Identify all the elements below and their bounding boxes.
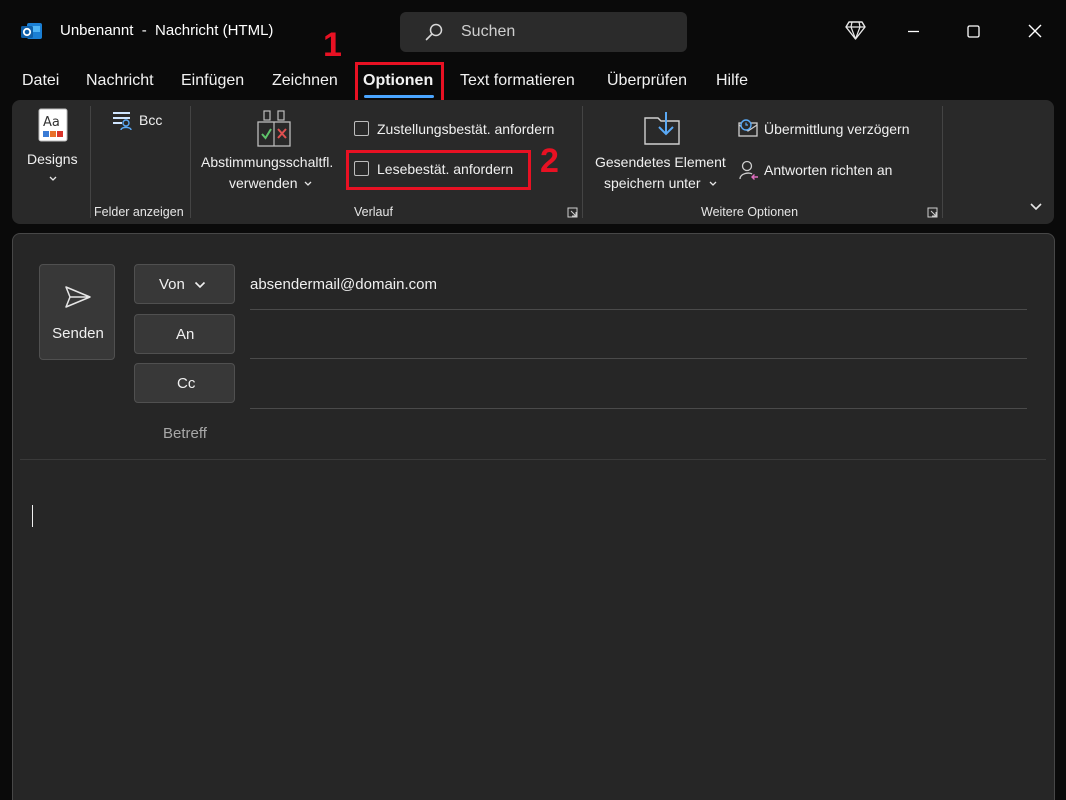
ribbon-separator xyxy=(190,106,191,218)
ribbon-separator xyxy=(90,106,91,218)
maximize-icon[interactable] xyxy=(958,16,988,46)
search-box[interactable]: Suchen xyxy=(400,12,687,52)
title-bar: Unbenannt - Nachricht (HTML) Suchen xyxy=(0,0,1066,64)
cc-label: Cc xyxy=(177,375,196,392)
direct-replies-button[interactable]: Antworten richten an xyxy=(738,158,918,182)
search-placeholder: Suchen xyxy=(461,23,516,40)
send-button[interactable]: Senden xyxy=(39,264,115,360)
tab-draw[interactable]: Zeichnen xyxy=(272,72,338,90)
bcc-button[interactable]: Bcc xyxy=(112,108,168,134)
text-cursor xyxy=(32,505,33,527)
voting-label-line2: verwenden xyxy=(229,175,298,191)
tab-format-text[interactable]: Text formatieren xyxy=(460,72,575,90)
delay-delivery-button[interactable]: Übermittlung verzögern xyxy=(738,118,928,140)
group-label-tracking: Verlauf xyxy=(354,205,393,219)
save-sent-label-line1: Gesendetes Element xyxy=(595,154,726,170)
send-icon xyxy=(65,286,91,308)
message-body[interactable] xyxy=(20,462,1046,792)
cc-button[interactable]: Cc xyxy=(134,363,235,403)
chevron-down-icon xyxy=(709,181,717,186)
save-sent-label-line2: speichern unter xyxy=(604,175,701,191)
save-sent-item-button[interactable]: Gesendetes Element speichern unter xyxy=(590,108,734,192)
from-value: absendermail@domain.com xyxy=(250,276,437,293)
save-sent-item-icon xyxy=(644,112,680,145)
search-icon xyxy=(425,23,443,41)
minimize-icon[interactable] xyxy=(898,16,928,46)
close-icon[interactable] xyxy=(1020,16,1050,46)
to-button[interactable]: An xyxy=(134,314,235,354)
from-button[interactable]: Von xyxy=(134,264,235,304)
designs-label: Designs xyxy=(27,151,78,167)
cc-input[interactable] xyxy=(250,365,1027,405)
tracking-dialog-launcher-icon[interactable] xyxy=(567,207,578,218)
chevron-down-icon xyxy=(304,181,312,186)
send-label: Senden xyxy=(52,325,104,342)
from-field-underline xyxy=(250,309,1027,310)
voting-label-line1: Abstimmungsschaltfl. xyxy=(201,154,334,170)
from-label: Von xyxy=(159,276,185,293)
ribbon-tabs: Datei Nachricht Einfügen Zeichnen Option… xyxy=(0,64,1066,100)
ribbon: Aa Designs Bcc Felder anzeigen Abstimmun… xyxy=(12,100,1054,224)
voting-buttons-icon xyxy=(257,110,291,147)
delivery-receipt-label: Zustellungsbestät. anfordern xyxy=(377,121,555,137)
designs-button[interactable]: Aa Designs xyxy=(22,104,82,190)
delivery-receipt-box xyxy=(354,121,369,136)
to-input[interactable] xyxy=(250,316,1027,356)
premium-diamond-icon[interactable] xyxy=(845,21,866,40)
cc-field-underline xyxy=(250,408,1027,409)
tab-help[interactable]: Hilfe xyxy=(716,72,748,90)
subject-label: Betreff xyxy=(163,425,207,442)
to-field-underline xyxy=(250,358,1027,359)
ribbon-expand-chevron-icon[interactable] xyxy=(1029,202,1043,212)
group-label-more-options: Weitere Optionen xyxy=(701,205,799,219)
bcc-icon xyxy=(113,112,132,130)
tab-file[interactable]: Datei xyxy=(22,72,59,90)
annotation-step-1: 1 xyxy=(323,26,342,64)
outlook-app-icon xyxy=(21,23,42,39)
annotation-step-2: 2 xyxy=(540,142,559,180)
delay-delivery-label: Übermittlung verzögern xyxy=(764,121,910,137)
tab-review[interactable]: Überprüfen xyxy=(607,72,687,90)
window-title: Unbenannt - Nachricht (HTML) xyxy=(60,22,274,39)
bcc-label: Bcc xyxy=(139,112,163,128)
tab-insert[interactable]: Einfügen xyxy=(181,72,244,90)
ribbon-separator xyxy=(942,106,943,218)
voting-buttons-button[interactable]: Abstimmungsschaltfl. verwenden xyxy=(198,108,348,192)
chevron-down-icon xyxy=(194,281,206,289)
annotation-box-read-receipt xyxy=(346,150,531,190)
group-label-show-fields: Felder anzeigen xyxy=(94,205,184,219)
to-label: An xyxy=(176,326,195,343)
tab-message[interactable]: Nachricht xyxy=(86,72,154,90)
subject-input[interactable] xyxy=(250,415,1027,455)
ribbon-separator xyxy=(582,106,583,218)
svg-text:Aa: Aa xyxy=(43,115,60,130)
delivery-receipt-checkbox[interactable]: Zustellungsbestät. anfordern xyxy=(354,118,586,140)
delay-delivery-icon xyxy=(738,119,758,137)
chevron-down-icon xyxy=(49,176,57,181)
direct-replies-label: Antworten richten an xyxy=(764,162,893,178)
body-separator xyxy=(20,459,1046,460)
designs-icon: Aa xyxy=(38,108,68,142)
more-options-dialog-launcher-icon[interactable] xyxy=(927,207,938,218)
annotation-box-options-tab xyxy=(355,62,444,105)
direct-replies-icon xyxy=(739,160,758,180)
